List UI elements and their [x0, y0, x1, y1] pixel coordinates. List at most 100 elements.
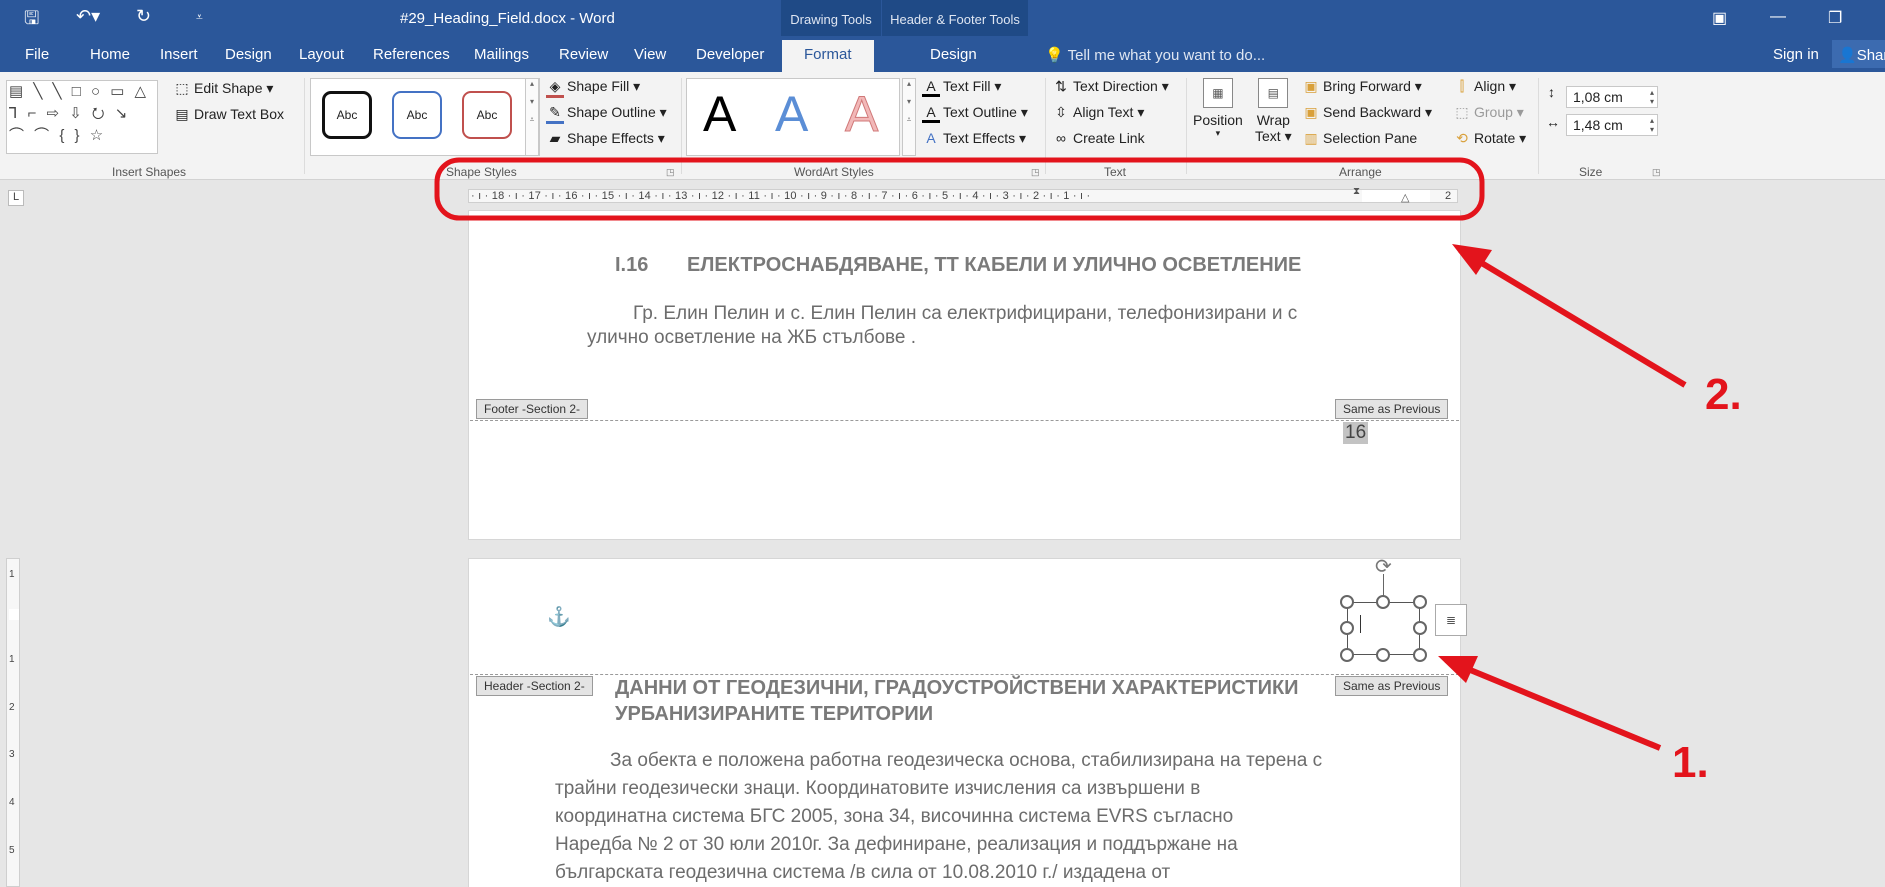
align-label: Align [1474, 78, 1506, 94]
resize-handle-sw[interactable] [1340, 648, 1354, 662]
wordart-style-black[interactable]: A [703, 85, 736, 143]
shape-styles-launcher-icon[interactable]: ◳ [666, 167, 675, 178]
rotate-button[interactable]: ⟲ Rotate ▾ [1453, 130, 1526, 147]
vruler-number: 5 [9, 845, 15, 856]
tab-design[interactable]: Design [225, 46, 272, 63]
horizontal-ruler[interactable]: · ı · 18 · ı · 17 · ı · 16 · ı · 15 · ı … [468, 186, 1458, 204]
tell-me-box[interactable]: 💡 Tell me what you want to do... [1045, 46, 1265, 64]
align-text-button[interactable]: ⇳ Align Text ▾ [1052, 104, 1144, 121]
wrap-label: Wrap [1256, 112, 1290, 128]
link-icon: ∞ [1056, 130, 1066, 146]
tab-hf-design[interactable]: Design [930, 46, 977, 63]
draw-text-box-label: Draw Text Box [194, 106, 284, 122]
tab-format[interactable]: Format [782, 40, 874, 72]
wrap-text-button[interactable]: ▤ Wrap Text ▾ [1255, 78, 1292, 145]
minimize-icon[interactable]: — [1770, 8, 1786, 26]
resize-handle-se[interactable] [1413, 648, 1427, 662]
draw-text-box-button[interactable]: ▤ Draw Text Box [173, 106, 284, 123]
ribbon-display-icon[interactable]: ▣ [1712, 8, 1727, 28]
resize-handle-s[interactable] [1376, 648, 1390, 662]
arrow-1-shaft [1444, 657, 1662, 751]
arrange-label: Arrange [1339, 165, 1382, 179]
send-backward-label: Send Backward [1323, 104, 1422, 120]
tab-insert[interactable]: Insert [160, 46, 198, 63]
tab-mailings[interactable]: Mailings [474, 46, 529, 63]
page-number-field[interactable]: 16 [1343, 422, 1369, 444]
text-direction-label: Text Direction [1073, 78, 1158, 94]
ribbon-tabs: File Home Insert Design Layout Reference… [0, 36, 1885, 72]
resize-handle-e[interactable] [1413, 621, 1427, 635]
group-icon: ⬚ [1455, 104, 1469, 120]
text-fill-icon: A [922, 78, 940, 97]
paragraph-line: За обекта е положена работна геодезическ… [610, 750, 1323, 771]
edit-shape-icon: ⬚ [175, 80, 189, 96]
same-as-previous-tag: Same as Previous [1335, 399, 1449, 419]
wordart-style-pink[interactable]: A [844, 85, 878, 143]
wordart-gallery[interactable]: A A A [686, 78, 900, 156]
indent-marker-icon[interactable]: ⧗ [1353, 186, 1360, 197]
share-label: Shar [1856, 47, 1885, 64]
shape-styles-scroll[interactable]: ▴ ▾ ⩡ [525, 78, 539, 156]
group-button[interactable]: ⬚ Group ▾ [1453, 104, 1523, 121]
width-spin-icon[interactable]: ▴ ▾ [1650, 116, 1654, 134]
shape-effects-button[interactable]: ▰ Shape Effects ▾ [546, 130, 665, 147]
tab-layout[interactable]: Layout [299, 46, 344, 63]
text-outline-icon: A [922, 104, 940, 123]
sign-in-link[interactable]: Sign in [1773, 46, 1819, 63]
tab-file[interactable]: File [25, 46, 49, 63]
tab-home[interactable]: Home [90, 46, 130, 63]
shapes-gallery[interactable]: ▤ ╲ ╲ □ ○ ▭ △ ⅂ ⌐ ⇨ ⇩ ⭮ ↘ ⌒ ⌒ { } ☆ [6, 80, 158, 154]
shape-styles-gallery[interactable]: Abc Abc Abc [310, 78, 540, 156]
shape-fill-button[interactable]: ◈ Shape Fill ▾ [546, 78, 640, 98]
tab-review[interactable]: Review [559, 46, 608, 63]
redo-icon[interactable]: ↻ [136, 6, 151, 27]
text-outline-button[interactable]: A Text Outline ▾ [922, 104, 1028, 123]
share-button[interactable]: 👤Shar [1832, 40, 1885, 68]
right-indent-icon[interactable]: △ [1401, 191, 1409, 204]
vruler-number: 1 [9, 654, 15, 665]
shape-style-red[interactable]: Abc [462, 91, 512, 139]
rotate-label: Rotate [1474, 130, 1516, 146]
arrow-2-shaft [1458, 247, 1687, 388]
shape-style-blue[interactable]: Abc [392, 91, 442, 139]
layout-options-icon[interactable]: ≣ [1435, 604, 1467, 636]
tab-view[interactable]: View [634, 46, 666, 63]
resize-handle-ne[interactable] [1413, 595, 1427, 609]
customize-qat-icon[interactable]: ⩡ [196, 10, 203, 25]
selection-pane-button[interactable]: ▥ Selection Pane [1302, 130, 1417, 147]
shape-width-input[interactable]: 1,48 cm ▴ ▾ [1566, 114, 1658, 136]
restore-icon[interactable]: ❐ [1828, 8, 1842, 28]
undo-icon[interactable]: ↶▾ [76, 6, 100, 27]
align-button[interactable]: ⫿ Align ▾ [1453, 78, 1516, 95]
height-spin-icon[interactable]: ▴ ▾ [1650, 88, 1654, 106]
create-link-button[interactable]: ∞ Create Link [1052, 130, 1145, 146]
size-launcher-icon[interactable]: ◳ [1652, 167, 1661, 178]
send-backward-button[interactable]: ▣ Send Backward ▾ [1302, 104, 1432, 121]
wordart-style-blue[interactable]: A [775, 85, 808, 143]
wordart-launcher-icon[interactable]: ◳ [1031, 167, 1040, 178]
lightbulb-icon: 💡 [1045, 47, 1064, 64]
position-button[interactable]: ▦ Position ▾ [1193, 78, 1243, 139]
same-as-previous-tag: Same as Previous [1335, 676, 1449, 696]
edit-shape-button[interactable]: ⬚ Edit Shape ▾ [173, 80, 273, 97]
text-direction-button[interactable]: ⇅ Text Direction ▾ [1052, 78, 1169, 95]
save-icon[interactable]: 🖫 [24, 6, 39, 36]
wordart-scroll[interactable]: ▴ ▾ ⩡ [902, 78, 916, 156]
tab-developer[interactable]: Developer [696, 46, 764, 63]
vertical-ruler[interactable]: 1 1 2 3 4 5 [6, 558, 20, 887]
paragraph-line: българската геодезична система /в сила о… [555, 862, 1171, 883]
tab-selector[interactable]: L [8, 190, 24, 206]
text-cursor [1360, 615, 1361, 633]
text-effects-button[interactable]: A Text Effects ▾ [922, 130, 1026, 147]
shape-style-black[interactable]: Abc [322, 91, 372, 139]
resize-handle-w[interactable] [1340, 621, 1354, 635]
bring-forward-button[interactable]: ▣ Bring Forward ▾ [1302, 78, 1421, 95]
tab-references[interactable]: References [373, 46, 450, 63]
wrap-text-label: Text ▾ [1255, 128, 1292, 144]
resize-handle-nw[interactable] [1340, 595, 1354, 609]
pen-icon: ✎ [546, 104, 564, 124]
shape-height-input[interactable]: 1,08 cm ▴ ▾ [1566, 86, 1658, 108]
resize-handle-n[interactable] [1376, 595, 1390, 609]
text-fill-button[interactable]: A Text Fill ▾ [922, 78, 1001, 97]
shape-outline-button[interactable]: ✎ Shape Outline ▾ [546, 104, 667, 124]
